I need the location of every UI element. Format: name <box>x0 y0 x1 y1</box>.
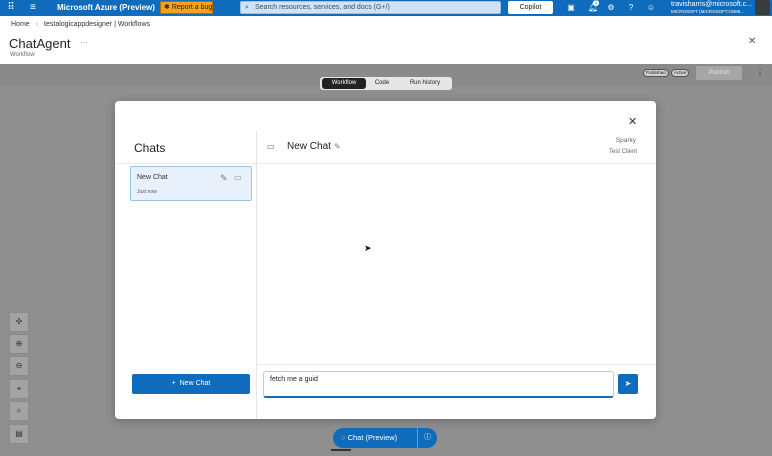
page-subtitle: Workflow <box>10 52 35 58</box>
fit-view-icon[interactable]: ⌖ <box>9 379 29 399</box>
archive-icon[interactable]: ▭ <box>234 173 242 182</box>
notification-badge: 1 <box>593 0 599 6</box>
chat-preview-button[interactable]: ◌ Chat (Preview) <box>333 428 417 448</box>
message-input[interactable]: fetch me a guid <box>263 371 614 398</box>
message-input-value: fetch me a guid <box>270 376 318 383</box>
breadcrumb-workflows[interactable]: testalogicappdesigner | Workflows <box>44 21 150 28</box>
chat-bubble-icon: ◌ <box>341 433 346 442</box>
page-header: Home › testalogicappdesigner | Workflows C… <box>0 16 772 64</box>
designer-tabs: Workflow Code Run history <box>320 77 452 90</box>
minimap-icon[interactable]: ▤ <box>9 424 29 444</box>
menu-icon[interactable]: ≡ <box>30 2 36 14</box>
copilot-button[interactable]: Copilot <box>508 1 553 14</box>
chat-dialog: ✕ Chats New Chat Just now ✎ ▭ ▭ New Chat… <box>115 101 656 419</box>
help-icon[interactable]: ? <box>625 2 637 14</box>
close-icon[interactable]: ✕ <box>748 36 756 47</box>
conversation-title: New Chat <box>287 141 331 152</box>
edit-icon[interactable]: ✎ <box>334 142 341 151</box>
divider <box>257 364 656 365</box>
search-icon[interactable]: ⌕ <box>9 401 29 421</box>
settings-icon[interactable]: ⚙ <box>605 2 617 14</box>
info-icon[interactable]: ⓘ <box>418 428 437 448</box>
azure-top-bar: ⠿ ≡ Microsoft Azure (Preview) ✱ Report a… <box>0 0 772 16</box>
agent-client: Test Client <box>608 149 637 155</box>
plus-icon: + <box>171 380 176 387</box>
user-email: travisharris@microsoft.c... <box>671 1 753 8</box>
new-chat-label: New Chat <box>179 380 211 387</box>
search-placeholder: Search resources, services, and docs (G+… <box>255 4 390 11</box>
chats-heading: Chats <box>134 141 166 155</box>
chat-item-title: New Chat <box>137 174 168 181</box>
edit-icon[interactable]: ✎ <box>220 173 228 184</box>
drag-handle[interactable] <box>331 449 351 451</box>
bug-icon: ✱ <box>164 4 170 11</box>
status-badge-active: Active <box>671 69 690 77</box>
send-button[interactable]: ➤ <box>618 374 638 394</box>
more-options-icon[interactable]: ⋮ <box>756 68 764 77</box>
new-chat-button[interactable]: + New Chat <box>132 374 250 394</box>
more-options-icon[interactable]: ··· <box>80 38 88 47</box>
chat-item-time: Just now <box>137 189 157 195</box>
close-icon[interactable]: ✕ <box>628 115 637 128</box>
report-bug-button[interactable]: ✱ Report a bug <box>160 1 213 14</box>
divider <box>256 131 257 419</box>
breadcrumb-home[interactable]: Home <box>11 21 30 28</box>
copilot-label: Copilot <box>519 4 542 11</box>
tab-workflow[interactable]: Workflow <box>322 78 366 89</box>
avatar[interactable] <box>755 0 770 15</box>
account-info[interactable]: travisharris@microsoft.c... MICROSOFT (M… <box>671 1 753 15</box>
feedback-icon[interactable]: ☺ <box>645 2 657 14</box>
user-tenant: MICROSOFT (MICROSOFT.ONMI... <box>671 9 744 14</box>
tab-run-history[interactable]: Run history <box>400 78 450 89</box>
agent-name: Sparky <box>615 137 636 144</box>
divider <box>115 163 656 164</box>
publish-button[interactable]: Publish <box>696 66 742 80</box>
global-search-input[interactable]: ⌕ Search resources, services, and docs (… <box>240 1 501 14</box>
pan-icon[interactable]: ✣ <box>9 312 29 332</box>
page-title: ChatAgent <box>9 36 71 51</box>
app-title[interactable]: Microsoft Azure (Preview) <box>57 2 155 14</box>
app-launcher-icon[interactable]: ⠿ <box>5 2 17 14</box>
zoom-out-icon[interactable]: ⊖ <box>9 356 29 376</box>
cloud-shell-icon[interactable]: ▣ <box>565 2 577 14</box>
breadcrumb-separator: › <box>35 21 39 28</box>
mouse-pointer-icon: ➤ <box>364 243 372 253</box>
zoom-in-icon[interactable]: ⊕ <box>9 334 29 354</box>
breadcrumb: Home › testalogicappdesigner | Workflows <box>11 21 150 28</box>
tab-code[interactable]: Code <box>368 78 396 89</box>
chat-list-item[interactable]: New Chat Just now ✎ ▭ <box>130 166 252 201</box>
status-badge-published: Published <box>643 69 669 77</box>
report-bug-label: Report a bug <box>171 4 213 11</box>
chat-preview-label: Chat (Preview) <box>347 433 398 442</box>
conversation-icon: ▭ <box>267 142 275 151</box>
send-icon: ➤ <box>624 379 632 388</box>
search-icon: ⌕ <box>245 4 249 11</box>
